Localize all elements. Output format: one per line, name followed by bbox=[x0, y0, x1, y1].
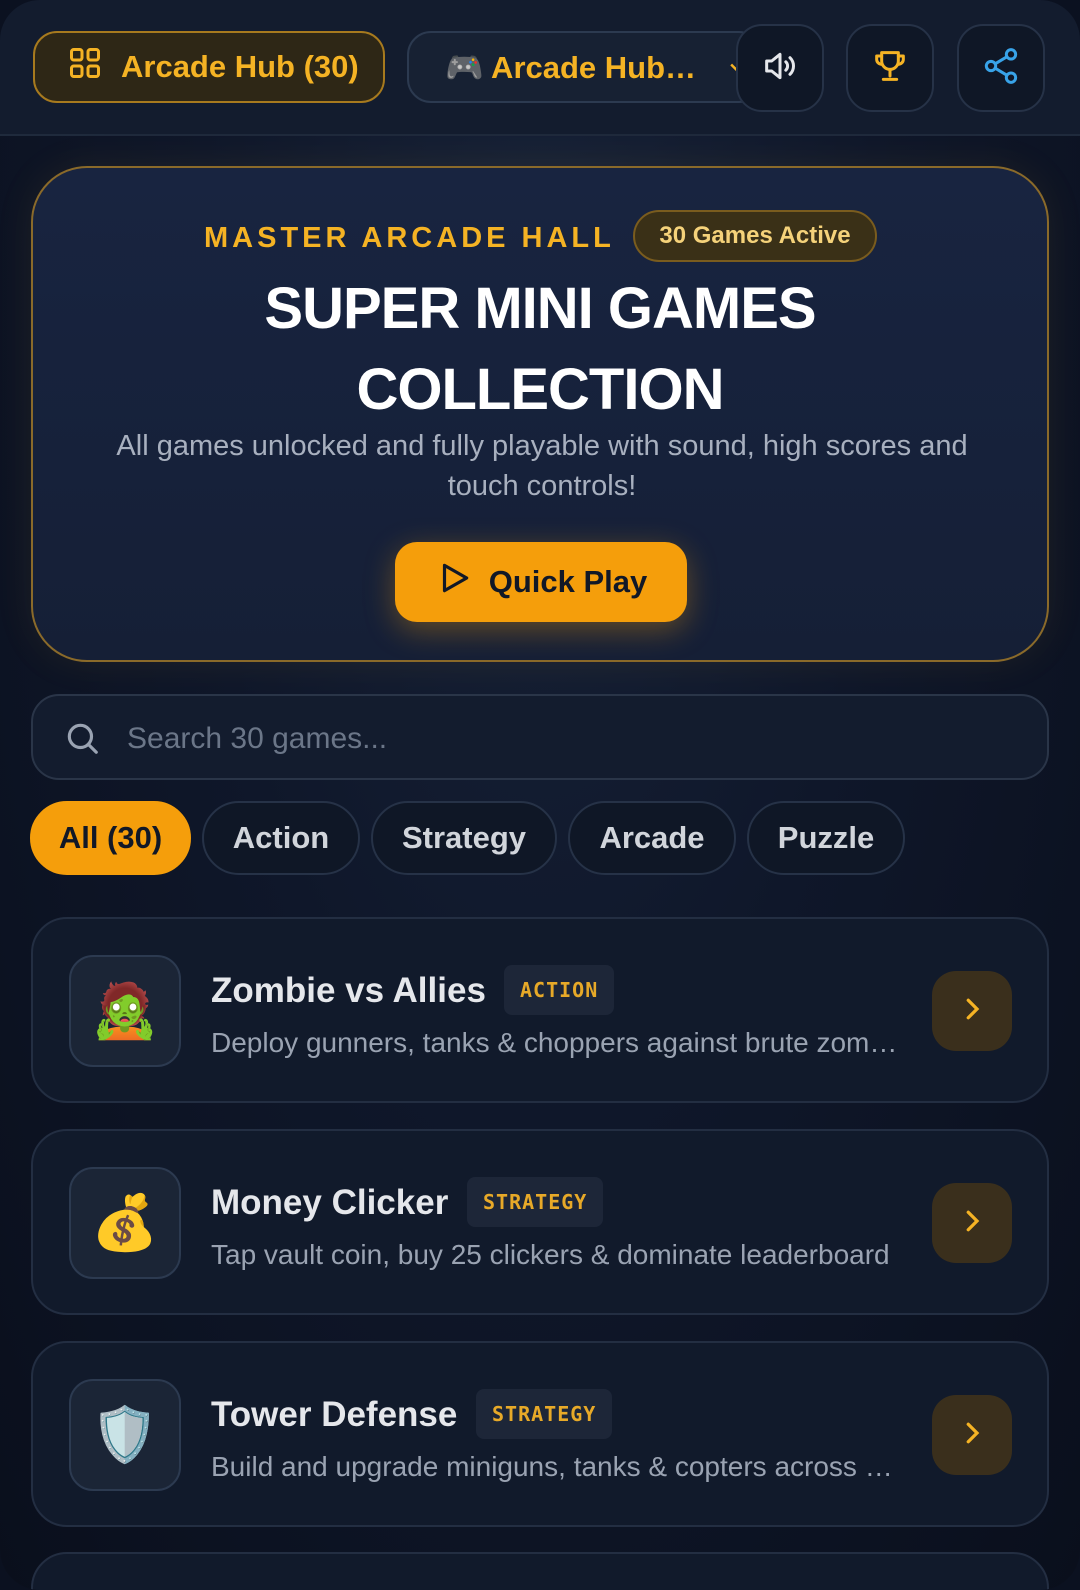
open-game-button[interactable] bbox=[932, 971, 1012, 1051]
open-game-button[interactable] bbox=[932, 1183, 1012, 1263]
grid-icon bbox=[67, 45, 103, 89]
hero-eyebrow: MASTER ARCADE HALL bbox=[204, 222, 615, 254]
hero-title: SUPER MINI GAMES COLLECTION bbox=[33, 268, 1047, 430]
sound-toggle-button[interactable] bbox=[736, 24, 824, 112]
app-root: Arcade Hub (30) 🎮 Arcade Hub… MASTER ARC… bbox=[0, 0, 1080, 1590]
game-select-dropdown[interactable]: 🎮 Arcade Hub… bbox=[407, 31, 763, 103]
game-card-money-clicker[interactable]: 💰 Money Clicker STRATEGY Tap vault coin,… bbox=[31, 1129, 1049, 1315]
game-card-next[interactable] bbox=[31, 1552, 1049, 1590]
game-card-zombie-vs-allies[interactable]: 🧟 Zombie vs Allies ACTION Deploy gunners… bbox=[31, 917, 1049, 1103]
speaker-icon bbox=[760, 46, 800, 91]
arcade-hub-label: Arcade Hub (30) bbox=[121, 49, 359, 84]
filter-chip-strategy[interactable]: Strategy bbox=[371, 801, 557, 875]
quick-play-label: Quick Play bbox=[488, 564, 648, 599]
leaderboard-button[interactable] bbox=[846, 24, 934, 112]
zombie-icon: 🧟 bbox=[69, 955, 181, 1067]
top-bar: Arcade Hub (30) 🎮 Arcade Hub… bbox=[0, 0, 1080, 136]
game-category-tag: STRATEGY bbox=[476, 1389, 613, 1439]
game-description: Build and upgrade miniguns, tanks & copt… bbox=[211, 1451, 901, 1482]
game-category-tag: STRATEGY bbox=[467, 1177, 604, 1227]
share-icon bbox=[981, 46, 1021, 91]
open-game-button[interactable] bbox=[932, 1395, 1012, 1475]
hero-eyebrow-row: MASTER ARCADE HALL 30 Games Active bbox=[33, 210, 1047, 264]
game-card-tower-defense[interactable]: 🛡️ Tower Defense STRATEGY Build and upgr… bbox=[31, 1341, 1049, 1527]
filter-chip-arcade[interactable]: Arcade bbox=[568, 801, 736, 875]
filter-chip-action[interactable]: Action bbox=[202, 801, 360, 875]
quick-play-button[interactable]: Quick Play bbox=[395, 542, 687, 622]
hero-title-line1: SUPER MINI GAMES bbox=[264, 276, 816, 341]
arcade-hub-button[interactable]: Arcade Hub (30) bbox=[33, 31, 385, 103]
share-button[interactable] bbox=[957, 24, 1045, 112]
game-description: Tap vault coin, buy 25 clickers & domina… bbox=[211, 1239, 890, 1270]
filter-chip-all[interactable]: All (30) bbox=[30, 801, 191, 875]
play-icon bbox=[435, 559, 473, 605]
game-title: Tower Defense bbox=[211, 1395, 458, 1434]
search-bar bbox=[31, 694, 1049, 780]
game-category-tag: ACTION bbox=[504, 965, 615, 1015]
trophy-icon bbox=[870, 46, 910, 91]
money-bag-icon: 💰 bbox=[69, 1167, 181, 1279]
search-icon bbox=[63, 719, 101, 762]
search-input[interactable] bbox=[125, 710, 1009, 768]
game-description: Deploy gunners, tanks & choppers against… bbox=[211, 1027, 901, 1058]
game-title: Zombie vs Allies bbox=[211, 971, 486, 1010]
game-select-value: 🎮 Arcade Hub… bbox=[445, 49, 697, 85]
chevron-right-icon bbox=[957, 1418, 987, 1453]
games-active-badge: 30 Games Active bbox=[633, 210, 877, 262]
chevron-right-icon bbox=[957, 994, 987, 1029]
shield-icon: 🛡️ bbox=[69, 1379, 181, 1491]
filter-chip-puzzle[interactable]: Puzzle bbox=[747, 801, 905, 875]
hero-subtitle: All games unlocked and fully playable wi… bbox=[116, 430, 968, 502]
chevron-right-icon bbox=[957, 1206, 987, 1241]
hero-title-line2: COLLECTION bbox=[356, 357, 725, 422]
game-title: Money Clicker bbox=[211, 1183, 449, 1222]
hero-banner: MASTER ARCADE HALL 30 Games Active SUPER… bbox=[31, 166, 1049, 662]
